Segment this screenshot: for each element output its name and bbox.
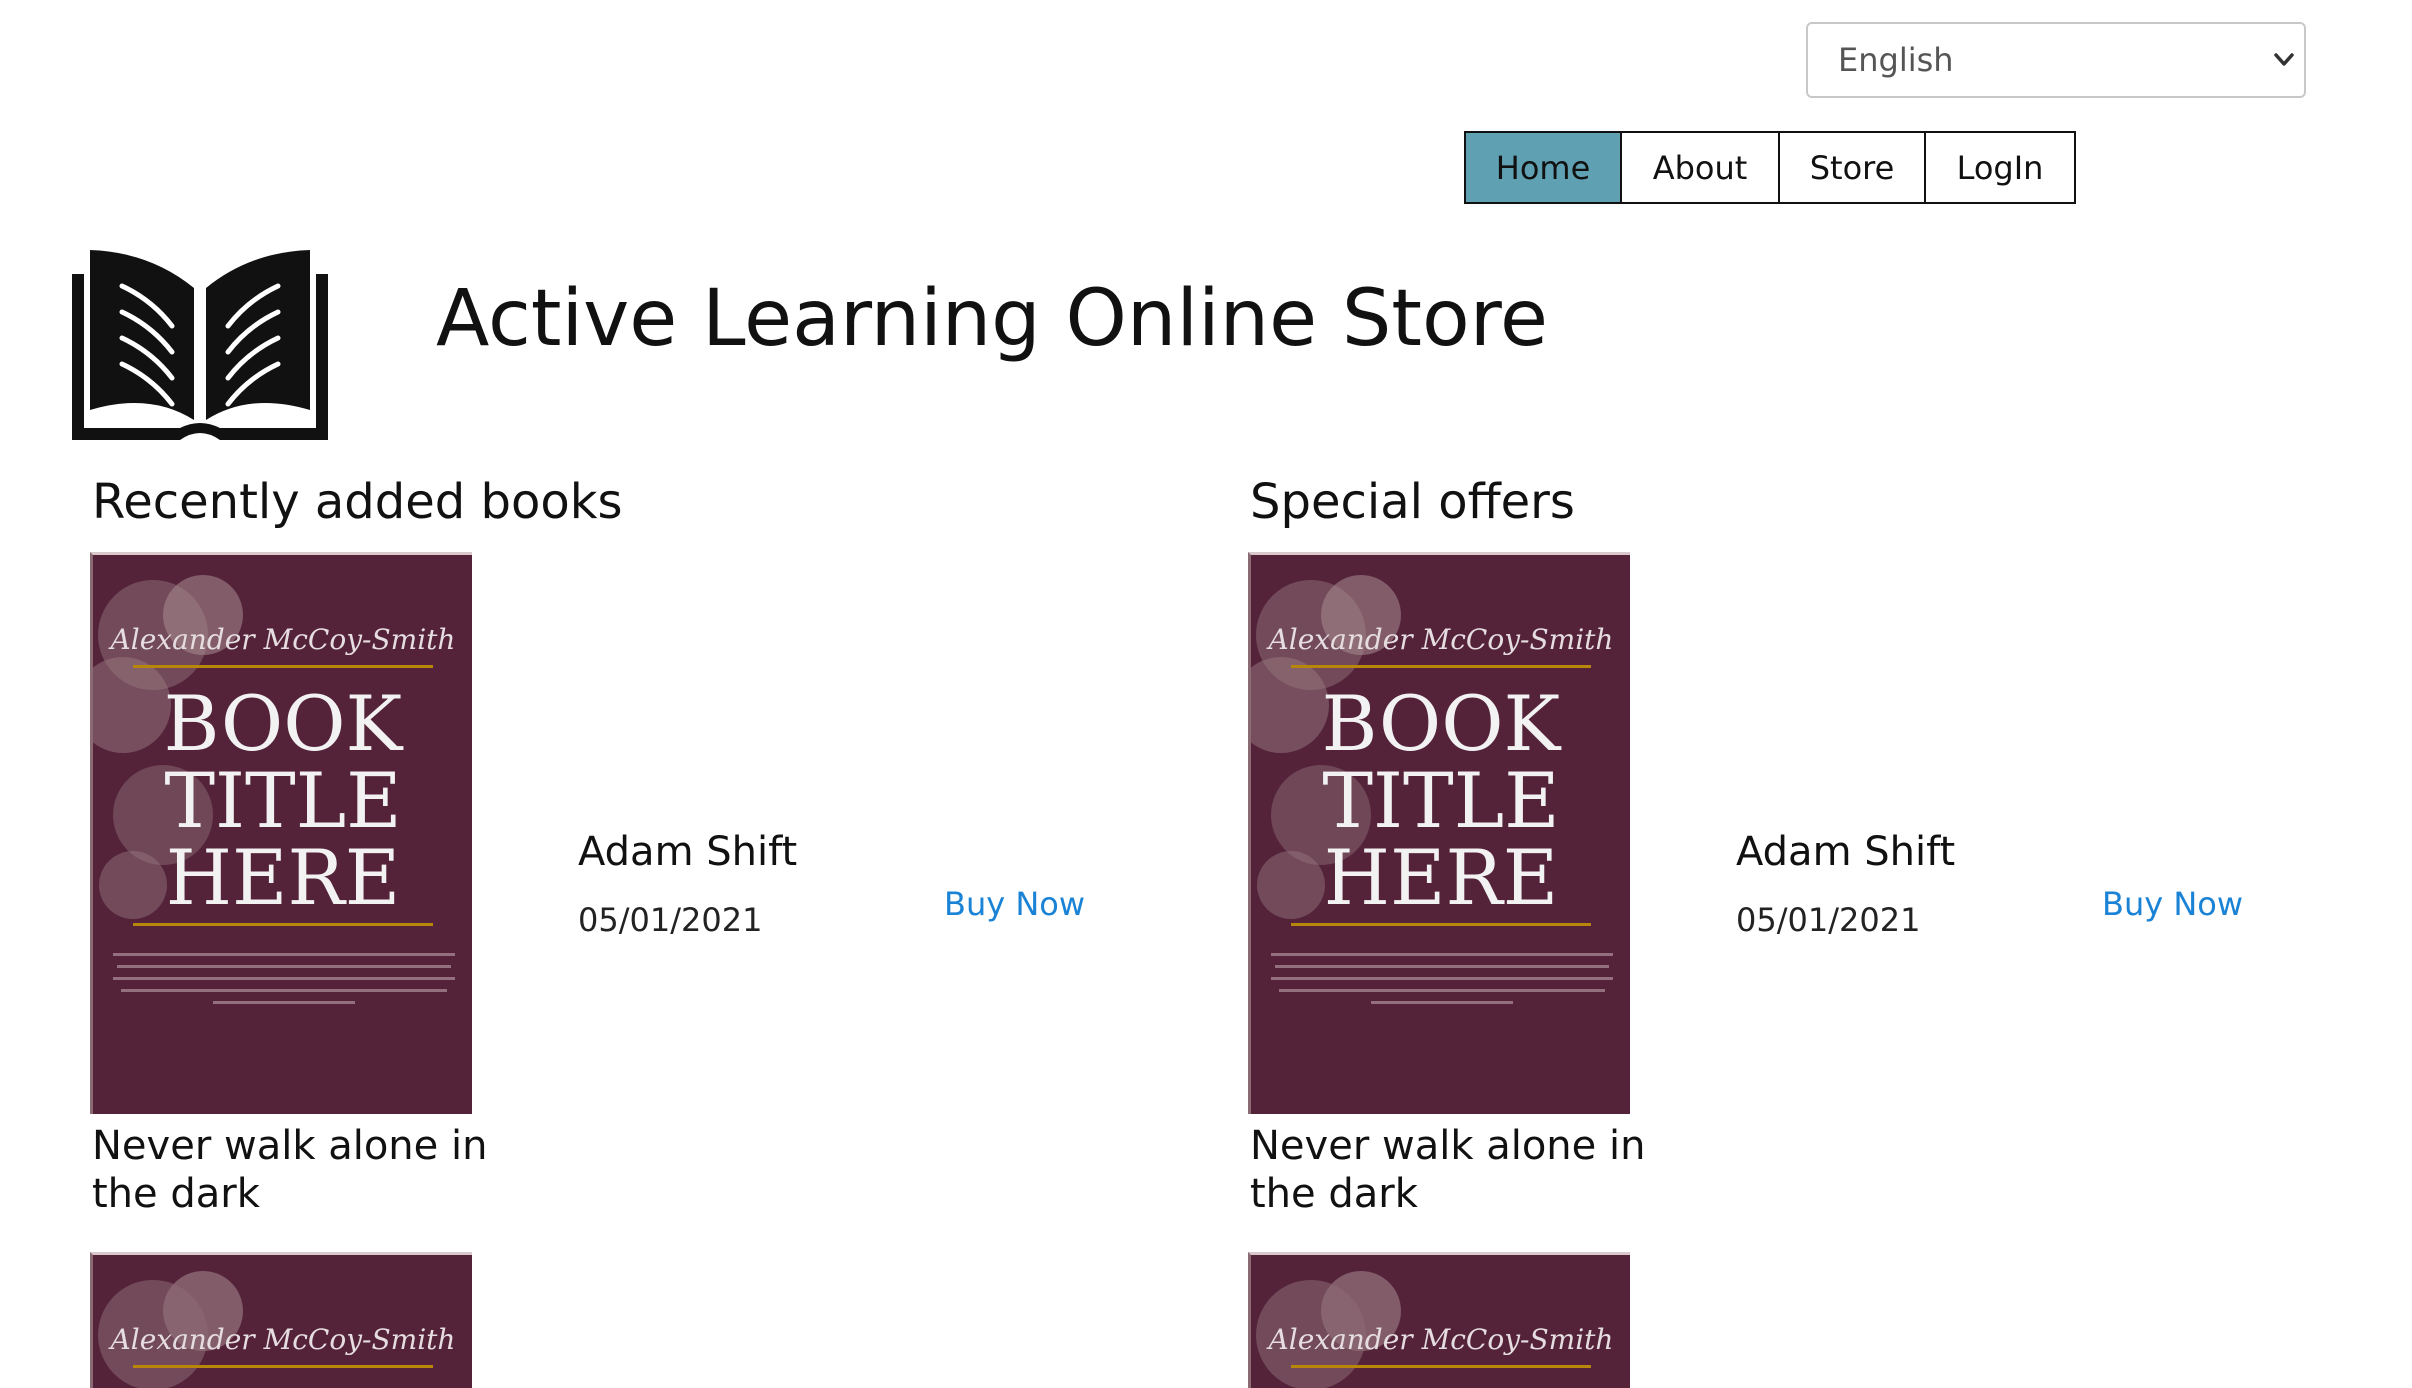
nav-about[interactable]: About: [1620, 131, 1780, 204]
book-title[interactable]: Never walk alone in the dark: [1250, 1122, 1720, 1218]
cover-title-line: HERE: [166, 833, 400, 922]
cover-title-line: BOOK: [1322, 679, 1562, 768]
nav-home[interactable]: Home: [1464, 131, 1622, 204]
cover-title-line: TITLE: [164, 756, 401, 845]
book-date: 05/01/2021: [1736, 901, 1921, 939]
buy-now-link[interactable]: Buy Now: [944, 888, 1085, 920]
page-title: Active Learning Online Store: [436, 274, 1549, 364]
section-title-recent: Recently added books: [92, 474, 623, 530]
language-select[interactable]: English: [1806, 22, 2306, 98]
book-title[interactable]: Never walk alone in the dark: [92, 1122, 562, 1218]
nav-login[interactable]: LogIn: [1924, 131, 2076, 204]
buy-now-link[interactable]: Buy Now: [2102, 888, 2243, 920]
cover-title-line: HERE: [1324, 833, 1558, 922]
book-cover[interactable]: Alexander McCoy-Smith BOOK TITLE HERE: [1248, 552, 1630, 1114]
cover-author-script: Alexander McCoy-Smith: [1266, 1323, 1614, 1356]
main-nav: Home About Store LogIn: [1464, 131, 2076, 204]
book-author: Adam Shift: [578, 829, 798, 875]
open-book-icon: [70, 242, 330, 442]
cover-title-line: BOOK: [164, 679, 404, 768]
cover-title-line: TITLE: [1322, 756, 1559, 845]
cover-author-script: Alexander McCoy-Smith: [108, 623, 456, 656]
book-author: Adam Shift: [1736, 829, 1956, 875]
nav-store[interactable]: Store: [1778, 131, 1926, 204]
book-cover[interactable]: Alexander McCoy-Smith BOOK TITLE HERE: [90, 552, 472, 1114]
book-date: 05/01/2021: [578, 901, 763, 939]
cover-author-script: Alexander McCoy-Smith: [1266, 623, 1614, 656]
section-title-special: Special offers: [1250, 474, 1575, 530]
cover-author-script: Alexander McCoy-Smith: [108, 1323, 456, 1356]
